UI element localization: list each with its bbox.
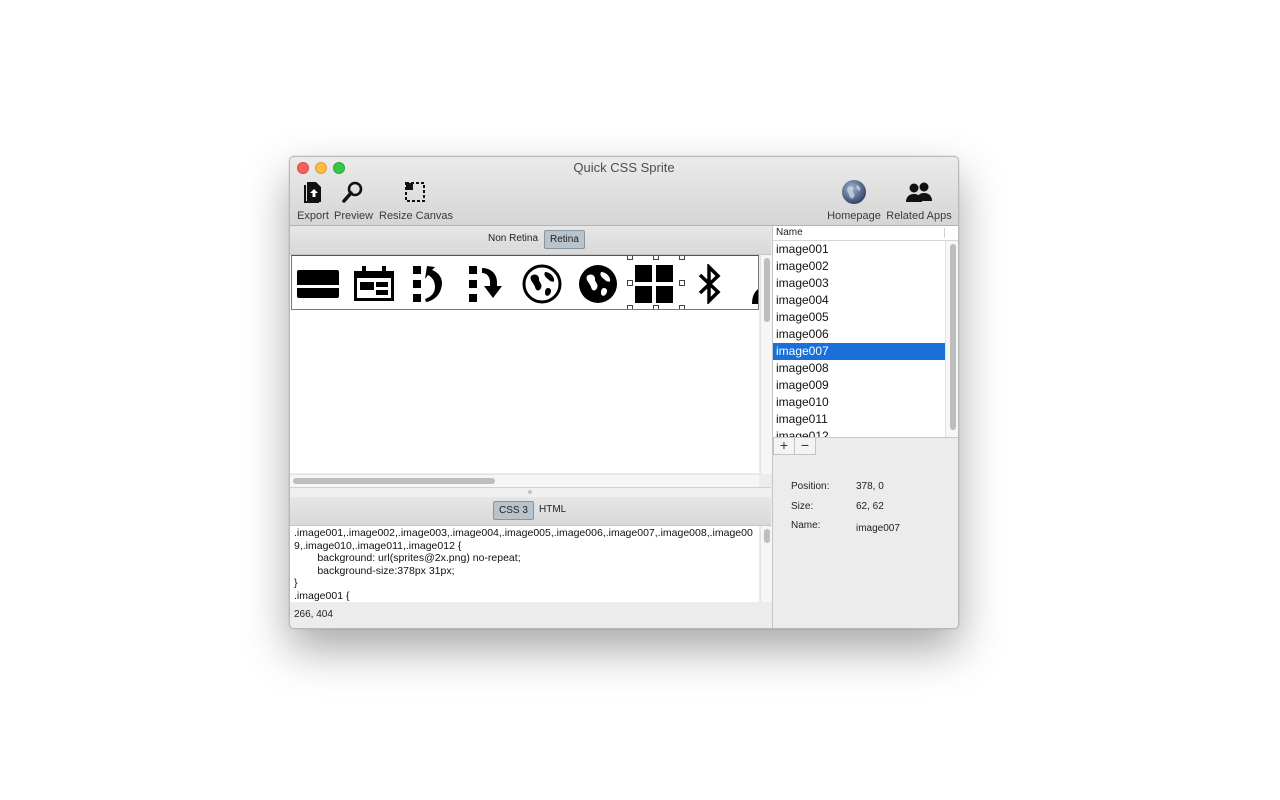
divider-grip [528, 490, 532, 494]
list-undo-icon[interactable] [408, 262, 452, 306]
size-value: 62, 62 [856, 501, 884, 512]
sprite-canvas[interactable] [290, 255, 759, 473]
export-button[interactable]: Export [296, 179, 330, 222]
list-redo-icon[interactable] [464, 262, 508, 306]
window-title: Quick CSS Sprite [573, 160, 675, 175]
tab-non-retina[interactable]: Non Retina [483, 230, 543, 247]
list-vertical-scrollbar[interactable] [945, 241, 958, 437]
globe-icon [827, 179, 881, 205]
selection-handle[interactable] [653, 305, 659, 309]
sprite-strip [291, 255, 759, 310]
scrollbar-thumb[interactable] [293, 478, 495, 484]
resolution-tabs: Non Retina Retina [290, 226, 771, 255]
list-item[interactable]: image010 [773, 394, 945, 411]
related-apps-button[interactable]: Related Apps [886, 179, 952, 222]
list-item[interactable]: image006 [773, 326, 945, 343]
add-image-button[interactable]: + [773, 438, 795, 455]
tab-html[interactable]: HTML [534, 501, 571, 518]
list-item[interactable]: image003 [773, 275, 945, 292]
export-icon [296, 179, 330, 205]
code-output[interactable]: .image001,.image002,.image003,.image004,… [290, 526, 759, 602]
code-vertical-scrollbar[interactable] [760, 526, 772, 602]
selection-handle[interactable] [679, 280, 685, 286]
globe-solid-icon[interactable] [576, 262, 620, 306]
homepage-button[interactable]: Homepage [827, 179, 881, 222]
list-item[interactable]: image011 [773, 411, 945, 428]
resize-canvas-icon [379, 179, 451, 205]
list-item[interactable]: image004 [773, 292, 945, 309]
tab-css3[interactable]: CSS 3 [493, 501, 534, 520]
resize-canvas-label: Resize Canvas [379, 210, 453, 222]
preview-label: Preview [334, 210, 374, 222]
bluetooth-icon[interactable] [688, 262, 732, 306]
position-label: Position: [791, 481, 830, 492]
grid-icon[interactable] [632, 262, 676, 306]
tab-retina[interactable]: Retina [544, 230, 585, 249]
scrollbar-thumb[interactable] [764, 529, 770, 543]
titlebar: Quick CSS Sprite Export Preview Resize C… [290, 157, 958, 226]
card-icon[interactable] [296, 262, 340, 306]
list-item[interactable]: image001 [773, 241, 945, 258]
cursor-coordinates: 266, 404 [294, 609, 333, 620]
list-item-selected[interactable]: image007 [773, 343, 945, 360]
scrollbar-thumb[interactable] [950, 244, 956, 430]
magnifier-icon [334, 179, 372, 205]
list-item[interactable]: image008 [773, 360, 945, 377]
scrollbar-thumb[interactable] [764, 258, 770, 322]
canvas-vertical-scrollbar[interactable] [760, 255, 772, 474]
resize-canvas-button[interactable]: Resize Canvas [379, 179, 453, 222]
name-label: Name: [791, 520, 821, 531]
selection-handle[interactable] [627, 305, 633, 309]
list-item[interactable]: image005 [773, 309, 945, 326]
editor-pane: Non Retina Retina CSS 3 HTML .image001,.… [290, 226, 772, 602]
name-value: image007 [856, 523, 900, 534]
related-apps-label: Related Apps [886, 210, 952, 222]
person-icon[interactable] [744, 262, 758, 306]
homepage-label: Homepage [827, 210, 881, 222]
selection-handle[interactable] [679, 305, 685, 309]
globe-outline-icon[interactable] [520, 262, 564, 306]
selection-handle[interactable] [653, 256, 659, 260]
image-list: image001 image002 image003 image004 imag… [773, 241, 945, 437]
code-text: .image001,.image002,.image003,.image004,… [294, 527, 753, 602]
canvas-horizontal-scrollbar[interactable] [290, 474, 759, 487]
code-format-tabs: CSS 3 HTML [290, 497, 771, 526]
position-value: 378, 0 [856, 481, 884, 492]
list-item[interactable]: image009 [773, 377, 945, 394]
selection-handle[interactable] [627, 280, 633, 286]
app-window: Quick CSS Sprite Export Preview Resize C… [289, 156, 959, 629]
list-item[interactable]: image012 [773, 428, 945, 437]
preview-button[interactable]: Preview [334, 179, 374, 222]
column-separator [944, 228, 945, 238]
calendar-icon[interactable] [352, 262, 396, 306]
people-icon [886, 179, 952, 205]
selection-handle[interactable] [679, 256, 685, 260]
size-label: Size: [791, 501, 814, 512]
image-list-pane: Name image001 image002 image003 image004… [772, 226, 958, 628]
name-column-label: Name [776, 227, 803, 238]
list-column-header[interactable]: Name [773, 226, 958, 241]
selection-handle[interactable] [627, 256, 633, 260]
remove-image-button[interactable]: − [794, 438, 816, 455]
list-item[interactable]: image002 [773, 258, 945, 275]
export-label: Export [297, 210, 329, 222]
